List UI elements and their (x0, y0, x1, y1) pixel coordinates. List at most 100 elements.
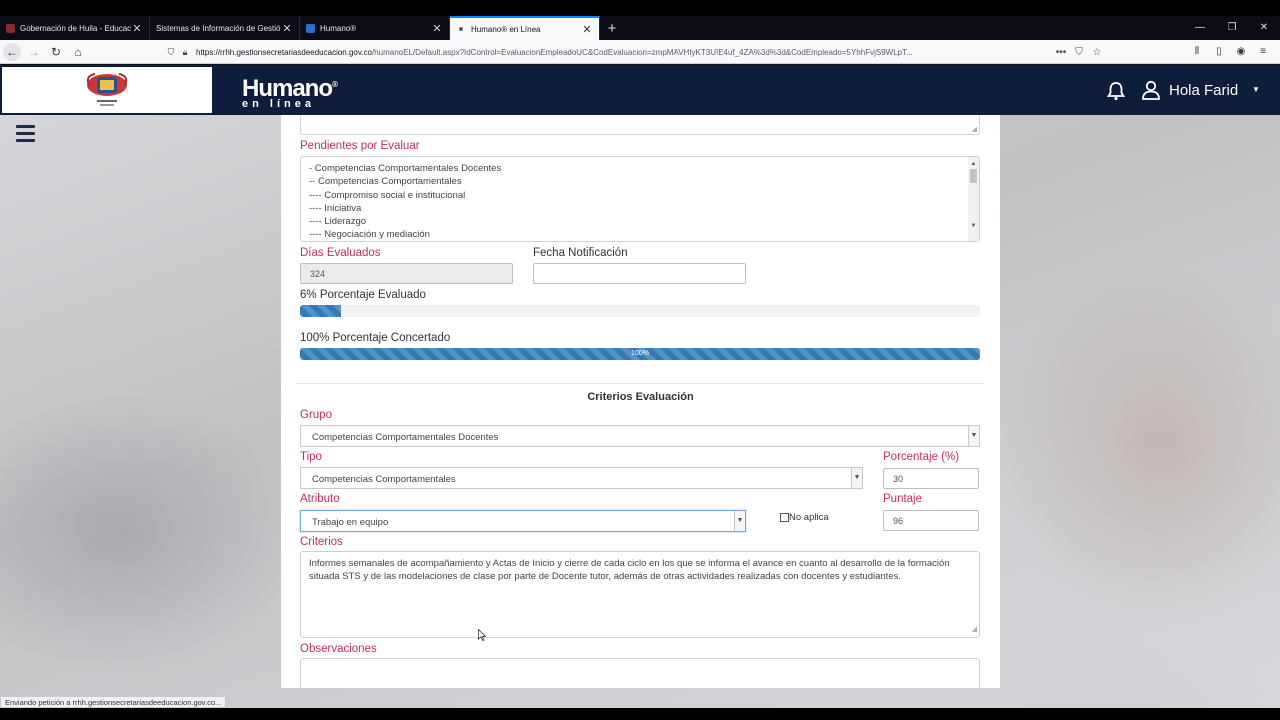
evaluado-progress (300, 305, 980, 317)
chevron-down-icon[interactable]: ▼ (968, 426, 979, 446)
bookmark-star-icon[interactable]: ☆ (1088, 47, 1106, 58)
shield-icon[interactable]: ⛉ (164, 47, 178, 58)
letterbox-top (0, 0, 1280, 16)
lock-icon[interactable]: 🔒︎ (178, 47, 192, 58)
tab-title: Humano® en Línea (471, 24, 541, 34)
puntaje-label: Puntaje (883, 493, 923, 505)
top-textarea[interactable]: ◢ (300, 115, 980, 135)
criterios-textarea[interactable]: Informes semanales de acompañamiento y A… (300, 551, 980, 638)
close-icon[interactable]: ✕ (431, 22, 443, 35)
user-greeting[interactable]: Hola Farid (1169, 82, 1238, 99)
evaluado-progress-fill (300, 305, 341, 317)
humano-brand[interactable]: Humano® en línea (242, 74, 338, 110)
more-icon[interactable]: ••• (1052, 47, 1070, 58)
screen: Gobernación de Huila - Educac ✕ Sistemas… (0, 0, 1280, 720)
puntaje-field[interactable]: 96 (883, 510, 979, 531)
letterbox-bottom (0, 708, 1280, 720)
pendientes-label: Pendientes por Evaluar (300, 140, 420, 152)
toolbar-right: ⫴ ▯ ◉ ≡ (1186, 43, 1274, 61)
minimize-icon[interactable]: — (1184, 16, 1216, 40)
checkbox[interactable] (780, 513, 789, 522)
home-icon[interactable]: ⌂ (67, 42, 89, 62)
criterios-label: Criterios (300, 536, 343, 548)
browser-tabstrip: Gobernación de Huila - Educac ✕ Sistemas… (0, 16, 1280, 40)
porcentaje-field[interactable]: 30 (883, 468, 979, 489)
close-icon[interactable]: ✕ (281, 22, 293, 35)
restore-icon[interactable]: ❐ (1216, 16, 1248, 40)
list-item[interactable]: ---- Iniciativa (309, 202, 971, 215)
pendientes-list[interactable]: - Competencias Comportamentales Docentes… (300, 156, 980, 242)
grupo-value: Competencias Comportamentales Docentes (312, 432, 499, 443)
bell-icon[interactable] (1106, 81, 1126, 101)
close-icon[interactable]: ✕ (131, 22, 143, 35)
tipo-label: Tipo (300, 451, 322, 463)
list-item[interactable]: ---- Negociación y mediación (309, 228, 971, 241)
browser-status-bar: Enviando petición a rrhh.gestionsecretar… (0, 696, 227, 708)
new-tab-button[interactable]: + (600, 16, 624, 40)
observaciones-label: Observaciones (300, 643, 377, 655)
no-aplica-checkbox[interactable]: No aplica (780, 512, 829, 523)
url-path: /humanoEL/Default.aspx?IdControl=Evaluac… (371, 47, 913, 57)
reload-icon[interactable]: ↻ (45, 42, 67, 62)
app-header: Humano® en línea Hola Farid ▼ (0, 65, 1280, 115)
fecha-field[interactable] (533, 263, 746, 284)
back-icon[interactable]: ← (3, 42, 21, 61)
tab-title: Gobernación de Huila - Educac (20, 23, 131, 33)
address-bar[interactable]: ⛉ 🔒︎ https://rrhh.gestionsecretariasdeed… (164, 43, 1106, 61)
tab-title: Humano® (320, 23, 357, 33)
library-icon[interactable]: ⫴ (1186, 43, 1208, 61)
list-item[interactable]: ---- Liderazgo (309, 215, 971, 228)
menu-icon[interactable]: ≡ (1252, 43, 1274, 61)
criterios-text: Informes semanales de acompañamiento y A… (309, 558, 950, 583)
shield-icon (6, 23, 15, 33)
pocket-icon[interactable]: ⛉ (1070, 47, 1088, 58)
account-icon[interactable]: ◉ (1230, 43, 1252, 61)
gobernacion-logo[interactable] (2, 67, 212, 113)
brand-mark: ® (332, 80, 338, 89)
page-icon (306, 23, 315, 33)
grupo-select[interactable]: Competencias Comportamentales Docentes ▼ (300, 425, 980, 447)
list-scrollbar[interactable]: ▲ ▼ (968, 157, 979, 241)
tab-humano[interactable]: Humano® ✕ (300, 16, 450, 40)
tab-sistemas[interactable]: Sistemas de Información de Gestió ✕ (150, 16, 300, 40)
fecha-label: Fecha Notificación (533, 247, 628, 259)
no-aplica-label: No aplica (789, 512, 829, 523)
chevron-down-icon[interactable]: ▼ (1252, 85, 1260, 94)
porcentaje-label: Porcentaje (%) (883, 451, 960, 463)
resize-grip-icon[interactable]: ◢ (972, 623, 977, 636)
atributo-select[interactable]: Trabajo en equipo ▼ (300, 510, 746, 532)
tab-humano-en-linea[interactable]: Humano® en Línea ✕ (450, 16, 600, 40)
scroll-down-icon[interactable]: ▼ (968, 220, 979, 233)
close-window-icon[interactable]: ✕ (1248, 16, 1280, 40)
forward-icon[interactable]: → (23, 42, 45, 62)
loading-dot-icon (459, 27, 463, 31)
coat-of-arms-icon (86, 73, 128, 106)
sidebar-icon[interactable]: ▯ (1208, 43, 1230, 61)
tab-title: Sistemas de Información de Gestió (156, 23, 281, 33)
chevron-down-icon[interactable]: ▼ (851, 468, 862, 488)
dias-label: Días Evaluados (300, 247, 381, 259)
mouse-cursor-icon (478, 629, 486, 641)
list-item[interactable]: - Competencias Comportamentales Docentes (309, 162, 971, 175)
concertado-label: 100% Porcentaje Concertado (300, 332, 451, 344)
evaluation-form: ◢ Pendientes por Evaluar - Competencias … (281, 115, 1000, 688)
atributo-label: Atributo (300, 493, 340, 505)
list-item[interactable]: ---- Compromiso social e institucional (309, 189, 971, 202)
concertado-progress-fill: 100% (300, 348, 980, 360)
divider (296, 383, 984, 384)
dias-field: 324 (300, 263, 513, 284)
close-icon[interactable]: ✕ (581, 23, 593, 36)
chevron-down-icon[interactable]: ▼ (734, 511, 745, 531)
observaciones-textarea[interactable] (300, 658, 980, 688)
atributo-value: Trabajo en equipo (312, 517, 389, 528)
user-icon[interactable] (1141, 80, 1161, 100)
tipo-select[interactable]: Competencias Comportamentales ▼ (300, 467, 863, 489)
hamburger-menu-icon[interactable] (16, 125, 35, 146)
evaluado-label: 6% Porcentaje Evaluado (300, 289, 426, 301)
scroll-thumb[interactable] (970, 169, 977, 183)
list-item[interactable]: -- Competencias Comportamentales (309, 175, 971, 188)
concertado-progress: 100% (300, 348, 980, 360)
tab-gobernacion[interactable]: Gobernación de Huila - Educac ✕ (0, 16, 150, 40)
grupo-label: Grupo (300, 409, 332, 421)
url-text[interactable]: https://rrhh.gestionsecretariasdeeducaci… (196, 48, 1052, 57)
